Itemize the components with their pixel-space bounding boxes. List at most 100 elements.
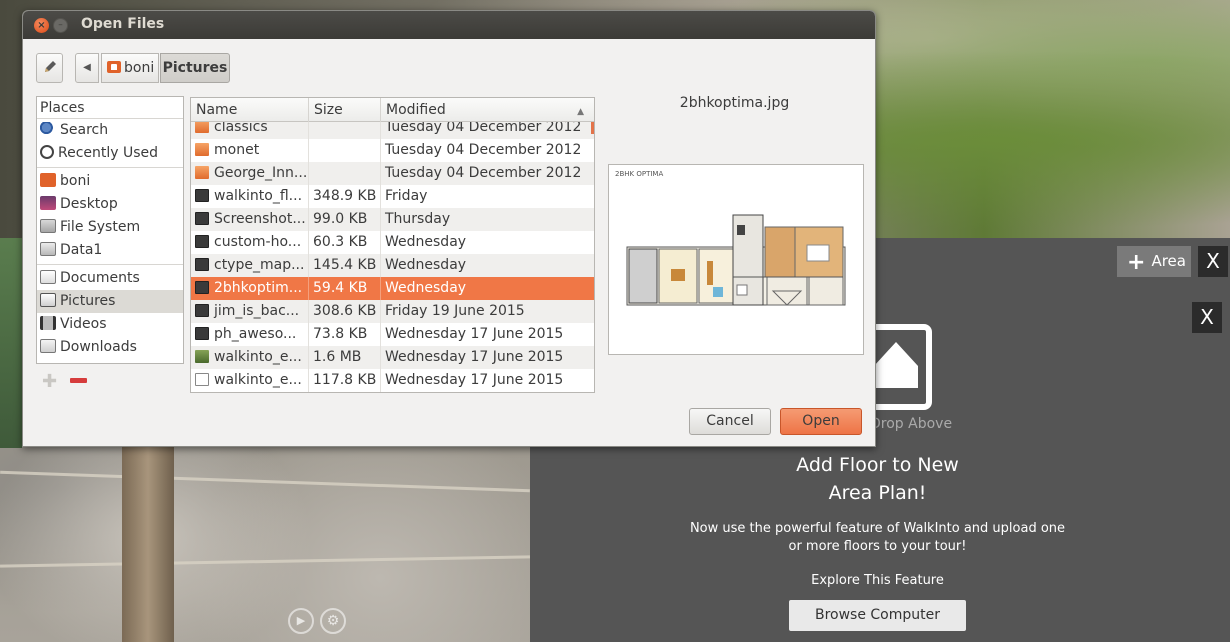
place-boni[interactable]: boni	[37, 170, 183, 193]
videos-icon	[40, 316, 56, 330]
file-row[interactable]: George_Inn... Tuesday 04 December 2012	[191, 162, 594, 185]
place-videos[interactable]: Videos	[37, 313, 183, 336]
column-header-modified[interactable]: Modified ▲	[381, 98, 594, 122]
breadcrumb-label: boni	[124, 60, 155, 76]
downloads-icon	[40, 339, 56, 353]
places-divider	[37, 264, 183, 265]
add-area-button[interactable]: + Area	[1117, 246, 1191, 277]
type-location-button[interactable]	[36, 53, 63, 83]
file-name: monet	[214, 142, 260, 158]
browse-computer-button[interactable]: Browse Computer	[789, 600, 966, 631]
desktop-icon	[40, 196, 56, 210]
file-row[interactable]: monet Tuesday 04 December 2012	[191, 139, 594, 162]
file-name-cell: monet	[191, 139, 309, 162]
places-header[interactable]: Places	[37, 97, 183, 119]
place-label: Search	[60, 122, 109, 138]
close-area-toolbar-button[interactable]: X	[1198, 246, 1228, 277]
place-downloads[interactable]: Downloads	[37, 336, 183, 359]
add-area-label: Area	[1151, 252, 1186, 270]
file-name-cell: walkinto_e...	[191, 346, 309, 369]
file-size: 99.0 KB	[309, 208, 381, 231]
remove-bookmark-button[interactable]	[70, 378, 87, 383]
dialog-titlebar[interactable]: × – Open Files	[23, 11, 875, 39]
image-file-icon	[195, 235, 209, 248]
file-row[interactable]: custom-ho... 60.3 KB Wednesday	[191, 231, 594, 254]
pencil-icon	[44, 61, 56, 72]
close-upload-panel-button[interactable]: X	[1192, 302, 1222, 333]
plus-icon: +	[1127, 250, 1146, 275]
file-modified: Wednesday	[385, 280, 467, 296]
file-row[interactable]: Screenshot... 99.0 KB Thursday	[191, 208, 594, 231]
explore-feature-text: Explore This Feature	[811, 573, 944, 588]
open-files-dialog: × – Open Files ◀ boni Pictures Places Se…	[22, 10, 876, 447]
scrollbar-thumb[interactable]	[591, 122, 594, 134]
file-name: walkinto_e...	[214, 372, 302, 388]
place-search[interactable]: Search	[37, 119, 183, 142]
file-modified: Wednesday 17 June 2015	[385, 326, 564, 342]
pictures-icon	[40, 293, 56, 307]
image-file-icon	[195, 304, 209, 317]
place-data1[interactable]: Data1	[37, 239, 183, 262]
cancel-button[interactable]: Cancel	[689, 408, 771, 435]
home-folder-icon	[107, 61, 121, 73]
file-row[interactable]: walkinto_e... 117.8 KB Wednesday 17 June 2…	[191, 369, 594, 392]
place-label: Data1	[60, 242, 103, 258]
play-icon[interactable]: ▶	[288, 608, 314, 634]
column-header-size[interactable]: Size	[309, 98, 381, 122]
place-pictures[interactable]: Pictures	[37, 290, 183, 313]
folder-icon	[195, 143, 209, 156]
file-name: George_Inn...	[214, 165, 308, 181]
minimize-window-button[interactable]: –	[53, 18, 68, 33]
place-documents[interactable]: Documents	[37, 267, 183, 290]
file-name: ph_aweso...	[214, 326, 297, 342]
close-window-button[interactable]: ×	[34, 18, 49, 33]
file-row[interactable]: walkinto_e... 1.6 MB Wednesday 17 June 201…	[191, 346, 594, 369]
file-row[interactable]: jim_is_bac... 308.6 KB Friday 19 June 2015	[191, 300, 594, 323]
feature-title-line: Area Plan!	[828, 482, 927, 504]
file-size: 145.4 KB	[309, 254, 381, 277]
place-file-system[interactable]: File System	[37, 216, 183, 239]
file-name-cell: ctype_map...	[191, 254, 309, 277]
file-size: 73.8 KB	[309, 323, 381, 346]
place-label: boni	[60, 173, 91, 189]
file-modified: Thursday	[385, 211, 451, 227]
file-size	[309, 139, 381, 162]
file-name: ctype_map...	[214, 257, 305, 273]
place-desktop[interactable]: Desktop	[37, 193, 183, 216]
breadcrumb-pictures[interactable]: Pictures	[160, 53, 230, 83]
dialog-title: Open Files	[81, 16, 165, 32]
sort-ascending-icon: ▲	[577, 107, 584, 117]
feature-description-line: or more floors to your tour!	[788, 539, 967, 554]
area-toolbar: + Area X	[876, 238, 1230, 286]
feature-description-line: Now use the powerful feature of WalkInto…	[689, 521, 1066, 536]
open-button[interactable]: Open	[780, 408, 862, 435]
file-modified: Wednesday 17 June 2015	[385, 349, 564, 365]
place-label: Downloads	[60, 339, 137, 355]
image-file-icon	[195, 281, 209, 294]
column-header-name[interactable]: Name	[191, 98, 309, 122]
place-recently-used[interactable]: Recently Used	[37, 142, 183, 165]
file-row[interactable]: ph_aweso... 73.8 KB Wednesday 17 June 2015	[191, 323, 594, 346]
places-divider	[37, 167, 183, 168]
file-name: jim_is_bac...	[214, 303, 300, 319]
file-size: 60.3 KB	[309, 231, 381, 254]
file-list: classics Tuesday 04 December 2012 monet Tue…	[190, 97, 595, 393]
image-file-icon	[195, 212, 209, 225]
file-list-header: Name Size Modified ▲	[191, 98, 594, 122]
file-modified: Friday 19 June 2015	[385, 303, 525, 319]
add-bookmark-button[interactable]: ✚	[42, 371, 57, 392]
path-scroll-left-button[interactable]: ◀	[75, 53, 99, 83]
file-row[interactable]: walkinto_fl... 348.9 KB Friday	[191, 185, 594, 208]
file-name-cell: walkinto_e...	[191, 369, 309, 392]
breadcrumb-boni[interactable]: boni	[101, 53, 159, 83]
settings-icon[interactable]: ⚙	[320, 608, 346, 634]
file-row[interactable]: 2bhkoptim... 59.4 KB Wednesday	[191, 277, 594, 300]
file-name-cell: jim_is_bac...	[191, 300, 309, 323]
background-foliage	[0, 238, 22, 448]
place-label: Pictures	[60, 293, 116, 309]
preview-image: 2BHK OPTIMA	[608, 164, 864, 355]
floor-plan-image	[626, 214, 846, 306]
photo-file-icon	[195, 350, 209, 363]
file-row[interactable]: ctype_map... 145.4 KB Wednesday	[191, 254, 594, 277]
file-rows: classics Tuesday 04 December 2012 monet Tue…	[191, 116, 594, 392]
